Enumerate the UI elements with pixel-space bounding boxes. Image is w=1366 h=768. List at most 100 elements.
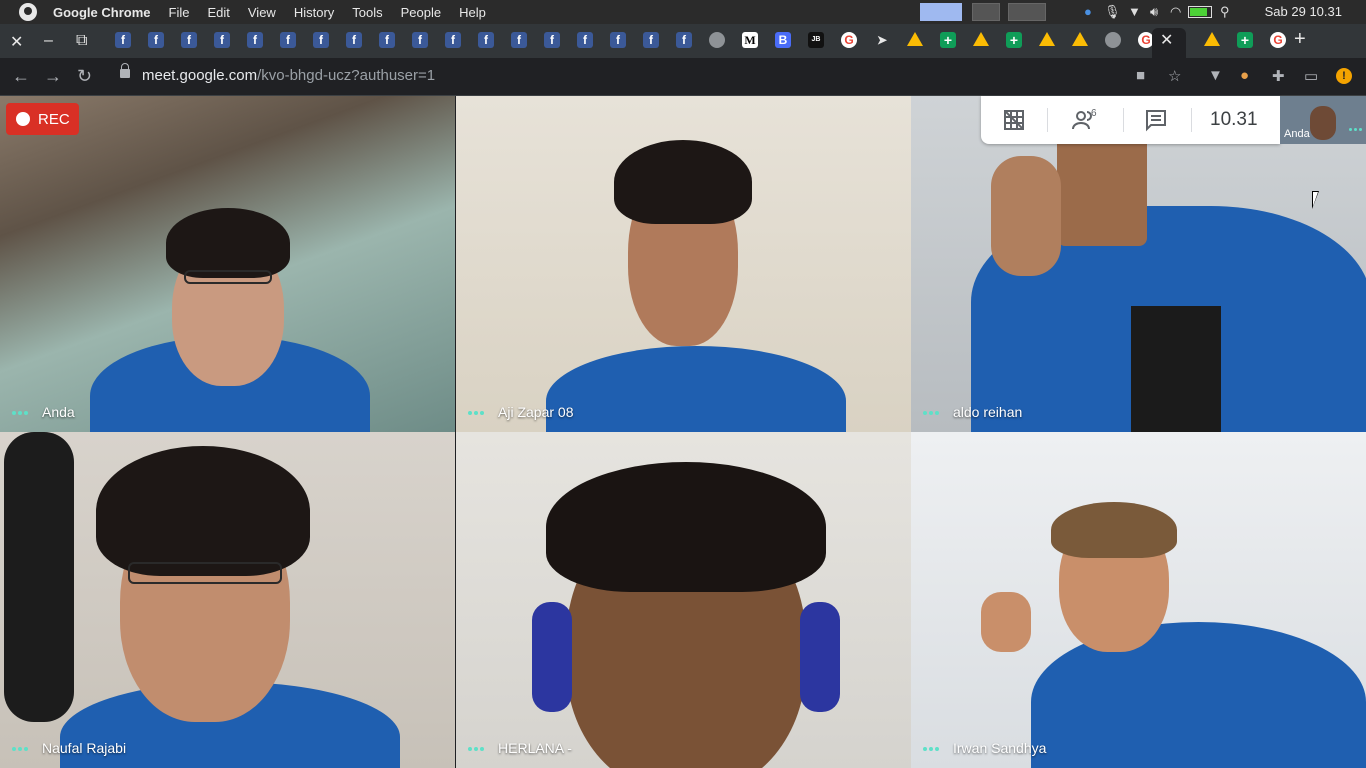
tab-favicon-fb-icon[interactable]: f — [280, 32, 296, 48]
participant-tile[interactable]: Aji Zapar 08 — [456, 96, 911, 432]
participant-tile[interactable]: REC Anda — [0, 96, 455, 432]
tab-favicon-fb-icon[interactable]: f — [610, 32, 626, 48]
mouse-cursor-icon — [1312, 191, 1319, 209]
tab-favicon-drive-icon[interactable] — [973, 32, 989, 46]
address-bar[interactable]: meet.google.com/kvo-bhgd-ucz?authuser=1 — [106, 62, 1200, 91]
url-text[interactable]: meet.google.com/kvo-bhgd-ucz?authuser=1 — [142, 67, 435, 84]
tab-favicon-sheets-icon[interactable] — [1237, 32, 1253, 48]
tab-close-icon[interactable]: ✕ — [1160, 30, 1173, 50]
tab-favicon-drive-icon[interactable] — [1072, 32, 1088, 46]
tab-favicon-fb-icon[interactable]: f — [445, 32, 461, 48]
url-host: meet.google.com — [142, 67, 258, 84]
camera-icon[interactable]: ■ — [1136, 67, 1145, 84]
meeting-time: 10.31 — [1210, 109, 1258, 130]
extension-v-icon[interactable]: ▼ — [1208, 67, 1223, 84]
window-restore-icon[interactable]: ⧉ — [76, 32, 87, 50]
chevron-down-icon[interactable]: ▼ — [1128, 4, 1141, 19]
back-icon[interactable]: ← — [12, 66, 30, 87]
tab-favicon-fb-icon[interactable]: f — [214, 32, 230, 48]
wifi-icon[interactable]: ◠ — [1170, 4, 1181, 20]
tab-favicon-blogger-icon[interactable]: B — [775, 32, 791, 48]
microphone-icon[interactable]: 🎙︎ — [1104, 4, 1121, 20]
participant-name: HERLANA - — [498, 740, 572, 756]
participant-label: HERLANA - — [468, 740, 572, 756]
menu-tools[interactable]: Tools — [352, 5, 382, 20]
tab-favicon-google-icon[interactable]: G — [1270, 32, 1286, 48]
self-view-label: Anda — [1284, 128, 1310, 140]
tab-favicon-fb-icon[interactable]: f — [247, 32, 263, 48]
update-alert-icon[interactable]: ! — [1336, 68, 1352, 84]
reload-icon[interactable]: ↻ — [77, 66, 92, 87]
self-view-thumbnail[interactable]: Anda — [1280, 96, 1366, 144]
menu-view[interactable]: View — [248, 5, 276, 20]
tab-favicon-medium-icon[interactable]: M — [742, 32, 758, 48]
clock[interactable]: Sab 29 10.31 — [1265, 4, 1342, 19]
menu-file[interactable]: File — [169, 5, 190, 20]
audio-indicator-icon — [12, 740, 30, 756]
menu-people[interactable]: People — [401, 5, 441, 20]
workspace-3[interactable] — [1008, 3, 1046, 21]
tab-favicon-arrow-icon[interactable]: ➤ — [874, 32, 890, 48]
window-minimize-icon[interactable]: – — [44, 32, 53, 50]
tab-favicon-google-icon[interactable]: G — [841, 32, 857, 48]
tab-favicon-fb-icon[interactable]: f — [313, 32, 329, 48]
tab-favicon-globe-icon[interactable] — [709, 32, 725, 48]
participant-label: Aji Zapar 08 — [468, 404, 573, 420]
window-close-icon[interactable]: ✕ — [10, 32, 23, 52]
cast-icon[interactable]: ▭ — [1304, 67, 1318, 85]
extensions-puzzle-icon[interactable]: ✚ — [1272, 67, 1285, 85]
cookie-icon[interactable]: ● — [1240, 67, 1249, 84]
tab-favicon-drive-icon[interactable] — [907, 32, 923, 46]
tab-favicon-fb-icon[interactable]: f — [412, 32, 428, 48]
audio-indicator-icon — [923, 404, 941, 420]
tab-favicon-sheets-icon[interactable] — [940, 32, 956, 48]
tab-favicon-fb-icon[interactable]: f — [676, 32, 692, 48]
audio-indicator-icon — [468, 404, 486, 420]
notification-dot-icon: ● — [1084, 4, 1092, 19]
menu-history[interactable]: History — [294, 5, 334, 20]
tab-favicon-globe-icon[interactable] — [1105, 32, 1121, 48]
tab-favicon-fb-icon[interactable]: f — [148, 32, 164, 48]
participant-count: 6 — [1091, 108, 1097, 119]
participant-tile[interactable]: HERLANA - — [456, 432, 911, 768]
browser-toolbar: ← → ↻ meet.google.com/kvo-bhgd-ucz?authu… — [0, 58, 1366, 96]
tab-favicon-fb-icon[interactable]: f — [346, 32, 362, 48]
workspace-2[interactable] — [972, 3, 1000, 21]
tab-favicon-sheets-icon[interactable] — [1006, 32, 1022, 48]
workspace-1[interactable] — [920, 3, 962, 21]
tab-favicon-fb-icon[interactable]: f — [544, 32, 560, 48]
new-tab-button[interactable]: + — [1294, 28, 1306, 51]
participant-label: Irwan Sandhya — [923, 740, 1046, 756]
tab-favicon-fb-icon[interactable]: f — [643, 32, 659, 48]
tab-favicon-drive-icon[interactable] — [1039, 32, 1055, 46]
tab-favicon-fb-icon[interactable]: f — [577, 32, 593, 48]
menu-help[interactable]: Help — [459, 5, 486, 20]
tab-strip: ✕ – ⧉ ffffffffffffffffffMBJBG➤GG ✕ + — [0, 24, 1366, 58]
battery-icon[interactable] — [1188, 6, 1212, 18]
participant-name: Irwan Sandhya — [953, 740, 1047, 756]
tab-favicon-fb-icon[interactable]: f — [379, 32, 395, 48]
tab-favicon-jb-icon[interactable]: JB — [808, 32, 824, 48]
participant-tile[interactable]: Irwan Sandhya — [911, 432, 1366, 768]
bookmark-star-icon[interactable]: ☆ — [1168, 67, 1181, 85]
participant-tile[interactable]: aldo reihan — [911, 96, 1366, 432]
tab-favicon-fb-icon[interactable]: f — [115, 32, 131, 48]
lock-icon[interactable] — [120, 63, 130, 78]
tab-favicon-fb-icon[interactable]: f — [511, 32, 527, 48]
participant-name: Naufal Rajabi — [42, 740, 127, 756]
grid-layout-icon[interactable] — [1001, 108, 1027, 132]
tab-favicon-fb-icon[interactable]: f — [478, 32, 494, 48]
volume-icon[interactable]: 🔊︎ — [1150, 4, 1158, 20]
app-name[interactable]: Google Chrome — [53, 5, 151, 20]
participant-label: Naufal Rajabi — [12, 740, 126, 756]
tab-favicon-drive-icon[interactable] — [1204, 32, 1220, 46]
participant-label: Anda — [12, 404, 75, 420]
tab-favicon-fb-icon[interactable]: f — [181, 32, 197, 48]
forward-icon[interactable]: → — [44, 66, 62, 87]
github-icon[interactable] — [19, 3, 37, 21]
participant-name: Aji Zapar 08 — [498, 404, 574, 420]
menu-edit[interactable]: Edit — [207, 5, 229, 20]
chat-icon[interactable] — [1143, 108, 1169, 132]
participant-tile[interactable]: Naufal Rajabi — [0, 432, 455, 768]
search-icon[interactable]: ⚲ — [1220, 4, 1230, 20]
